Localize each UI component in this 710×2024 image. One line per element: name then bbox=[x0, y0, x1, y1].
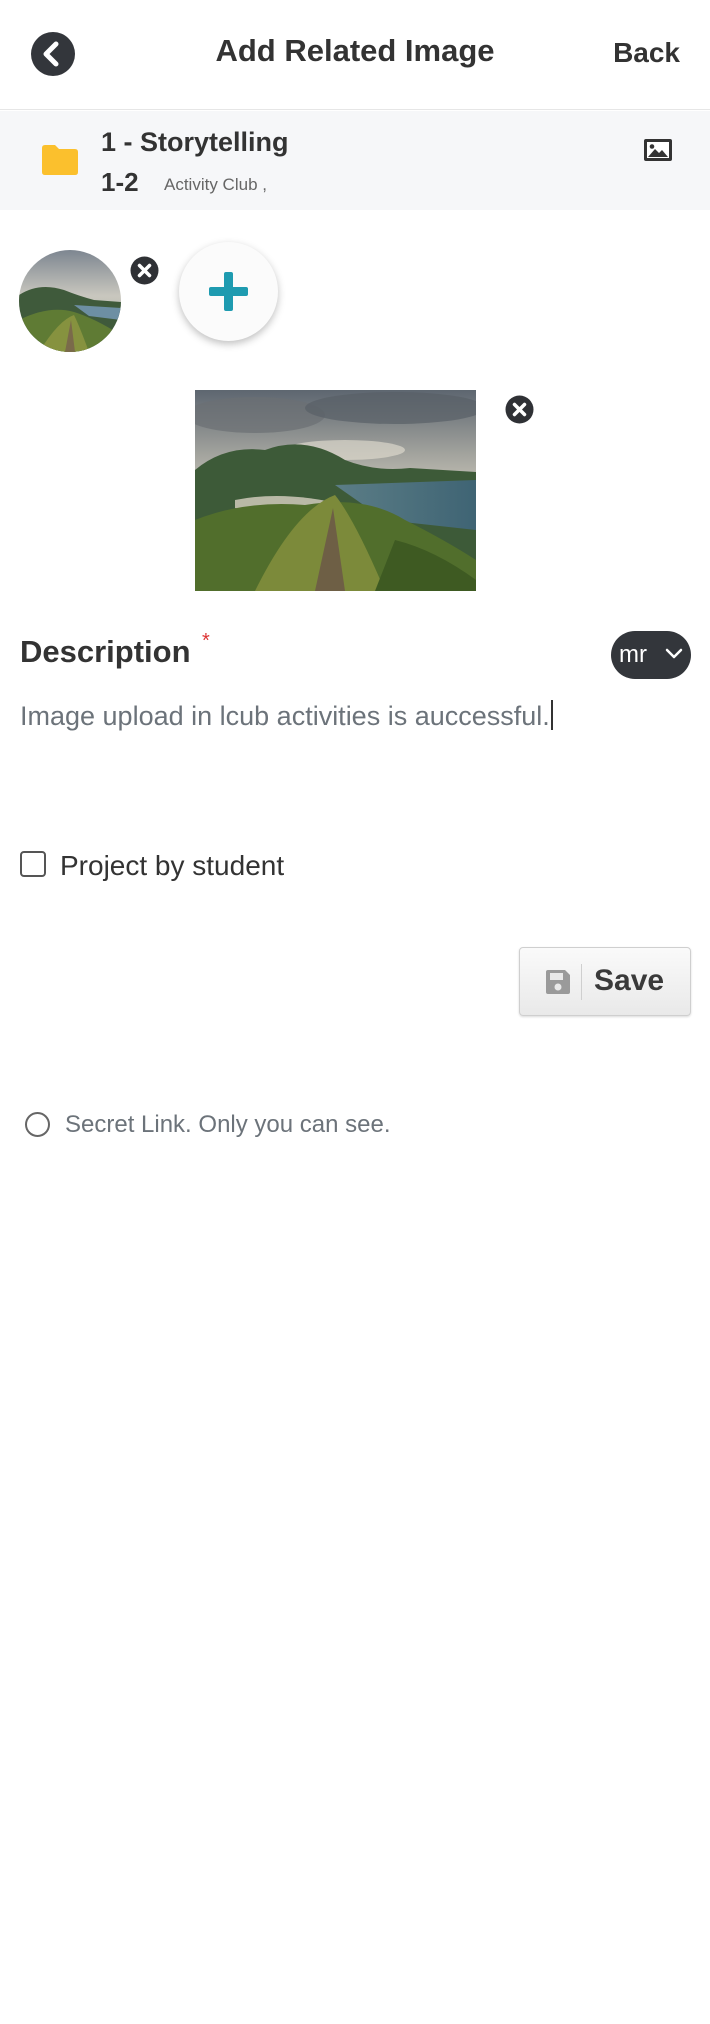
remove-thumbnail-icon[interactable] bbox=[130, 256, 159, 285]
description-label: Description bbox=[20, 634, 191, 669]
selected-image-thumbnail[interactable] bbox=[19, 250, 121, 352]
back-link[interactable]: Back bbox=[613, 37, 680, 69]
project-by-student-checkbox[interactable] bbox=[20, 851, 46, 877]
landscape-photo-large bbox=[195, 390, 476, 591]
project-by-student-label[interactable]: Project by student bbox=[60, 850, 284, 882]
plus-icon bbox=[209, 272, 248, 311]
activity-club: Activity Club , bbox=[164, 175, 267, 194]
activity-title: 1 - Storytelling bbox=[101, 127, 289, 157]
description-value: Image upload in lcub activities is aucce… bbox=[20, 701, 550, 731]
required-marker: * bbox=[202, 630, 210, 652]
activity-grade: 1-2 bbox=[101, 167, 139, 197]
secret-link-label[interactable]: Secret Link. Only you can see. bbox=[65, 1111, 391, 1139]
image-gallery-icon[interactable] bbox=[643, 138, 673, 162]
chevron-down-icon bbox=[665, 648, 683, 659]
description-input[interactable]: Image upload in lcub activities is aucce… bbox=[20, 700, 690, 820]
page-title: Add Related Image bbox=[215, 33, 495, 68]
text-caret bbox=[550, 700, 553, 730]
image-preview bbox=[195, 390, 476, 591]
landscape-photo bbox=[19, 250, 121, 352]
header: Add Related Image Back bbox=[0, 0, 710, 110]
folder-icon bbox=[42, 145, 78, 175]
language-select[interactable]: mr bbox=[611, 631, 691, 679]
secret-link-radio[interactable] bbox=[25, 1112, 50, 1137]
save-button[interactable]: Save bbox=[519, 947, 691, 1016]
floppy-disk-icon bbox=[546, 970, 570, 994]
save-divider bbox=[581, 964, 582, 1000]
remove-preview-icon[interactable] bbox=[505, 395, 534, 424]
save-label: Save bbox=[594, 964, 665, 997]
language-value: mr bbox=[619, 641, 647, 668]
add-image-button[interactable] bbox=[179, 242, 278, 341]
